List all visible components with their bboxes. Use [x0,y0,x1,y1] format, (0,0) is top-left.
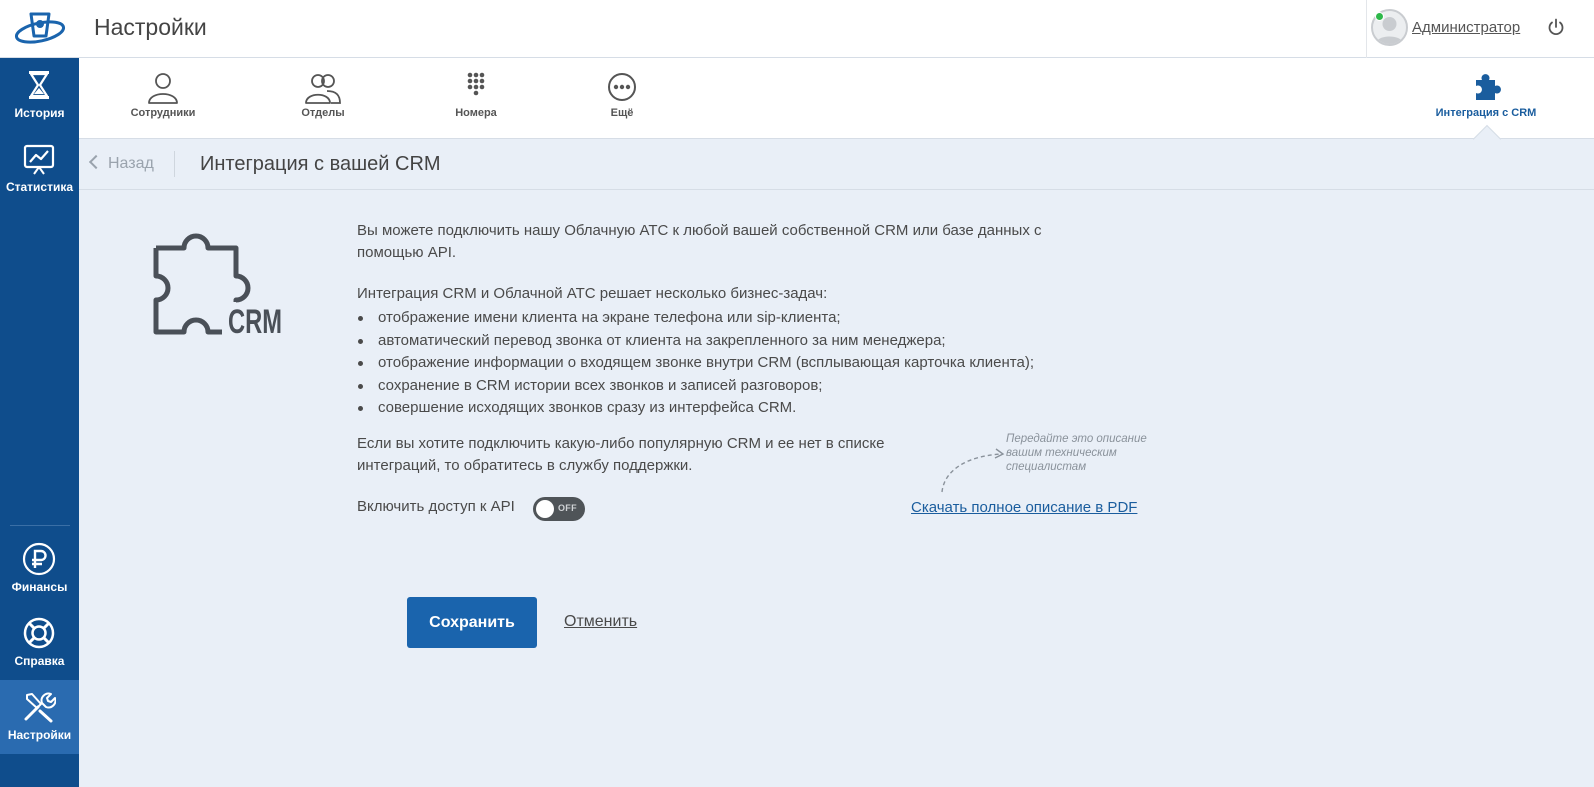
lifebuoy-icon [23,617,55,649]
user-name-link[interactable]: Администратор [1412,19,1520,36]
dashed-arrow-icon [941,448,1005,493]
dialpad-icon [467,72,485,96]
tab-numbers[interactable]: Номера [416,58,536,139]
tab-departments[interactable]: Отделы [263,58,383,139]
intro-text: Вы можете подключить нашу Облачную АТС к… [357,222,1042,261]
settings-tab-bar: Сотрудники Отделы Номера Ещё Интеграция … [79,58,1594,154]
users-icon [305,74,341,104]
crm-puzzle-logo: CRM [153,233,282,338]
cancel-link[interactable]: Отменить [564,613,637,631]
tasks-list: отображение имени клиента на экране теле… [357,307,1077,420]
sidebar-item-label: Настройки [7,728,72,742]
hint-text: Передайте это описание вашим техническим… [1006,433,1147,473]
back-button[interactable]: Назад [88,154,154,173]
list-item: автоматический перевод звонка от клиента… [357,330,1077,353]
tab-label: Интеграция с CRM [1435,107,1537,119]
ruble-icon [22,542,56,576]
tasks-heading: Интеграция CRM и Облачной АТС решает нес… [357,285,828,302]
sidebar-item-history[interactable]: История [0,58,79,132]
toggle-knob [536,500,554,518]
list-item: отображение информации о входящем звонке… [357,352,1077,375]
power-icon[interactable] [1547,18,1565,36]
sidebar-item-label: Справка [14,654,65,668]
top-header: Настройки Администратор [0,0,1594,58]
online-status-dot [1375,12,1384,21]
sidebar-divider [10,525,70,526]
breadcrumb: Назад Интеграция с вашей CRM [79,139,1594,190]
puzzle-icon [1476,74,1501,100]
chevron-left-icon [88,154,104,170]
sidebar-item-help[interactable]: Справка [0,606,79,680]
sidebar-item-finance[interactable]: Финансы [0,532,79,606]
hourglass-icon [29,71,49,99]
user-icon [148,73,178,104]
sidebar-item-settings[interactable]: Настройки [0,680,79,754]
integration-description: Вы можете подключить нашу Облачную АТС к… [357,220,1077,477]
list-item: отображение имени клиента на экране теле… [357,307,1077,330]
tab-label: Номера [455,107,497,119]
toggle-state-text: OFF [558,503,577,513]
tools-icon [24,692,56,723]
chart-icon [23,144,55,175]
section-title: Интеграция с вашей CRM [200,153,441,175]
sidebar-item-label: История [14,106,65,120]
page-title: Настройки [94,14,207,40]
list-item: совершение исходящих звонков сразу из ин… [357,397,1077,420]
tab-label: Сотрудники [130,107,196,119]
save-button[interactable]: Сохранить [407,597,537,648]
sidebar-item-statistics[interactable]: Статистика [0,132,79,206]
more-icon [608,73,636,101]
list-item: сохранение в CRM истории всех звонков и … [357,375,1077,398]
tab-employees[interactable]: Сотрудники [103,58,223,139]
left-sidebar: История Статистика Финансы Справка Настр… [0,58,79,787]
api-access-label: Включить доступ к API [357,498,515,515]
back-label: Назад [108,155,154,172]
sidebar-item-label: Финансы [11,580,68,594]
download-pdf-link[interactable]: Скачать полное описание в PDF [911,499,1137,516]
sidebar-item-label: Статистика [5,180,74,194]
tab-label: Отделы [301,107,345,119]
app-logo-icon[interactable] [14,6,66,50]
crm-logo-text: CRM [228,303,282,338]
tab-more[interactable]: Ещё [562,58,682,139]
user-menu[interactable]: Администратор [1366,0,1594,58]
breadcrumb-divider [174,151,175,177]
support-note: Если вы хотите подключить какую-либо поп… [357,434,885,474]
api-access-toggle[interactable]: OFF [533,497,585,521]
tab-label: Ещё [610,107,634,119]
